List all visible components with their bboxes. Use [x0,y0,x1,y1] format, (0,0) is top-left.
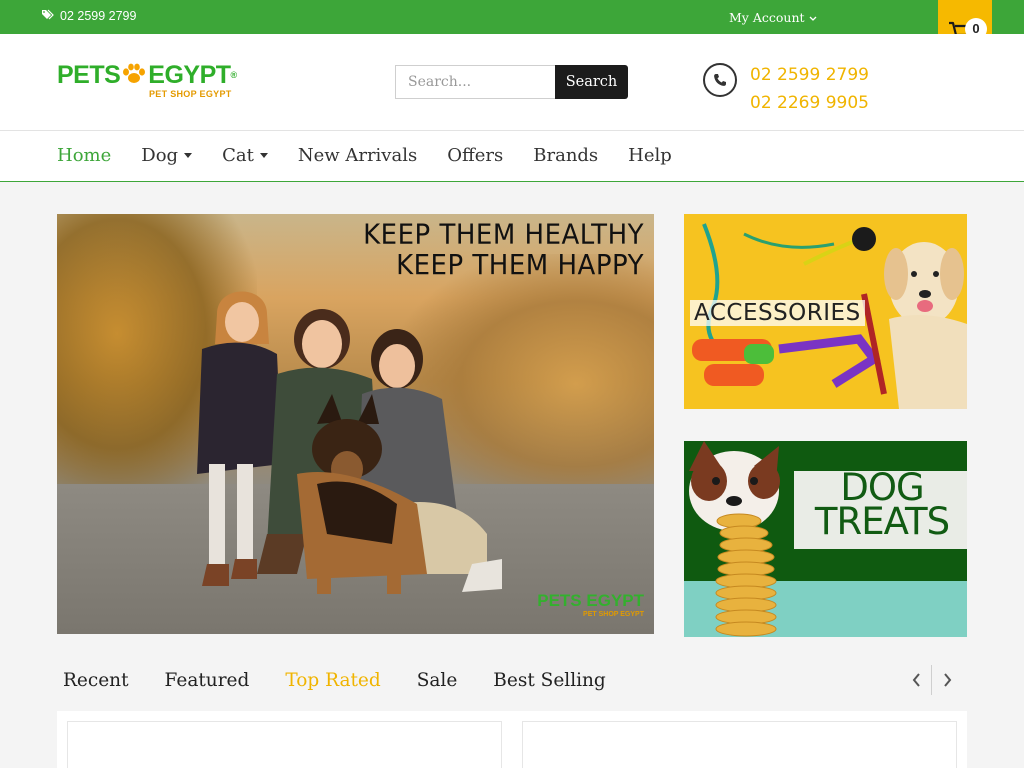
tags-icon [42,9,55,23]
hero-watermark-sub: PET SHOP EGYPT [583,611,644,618]
nav-item-label: Help [628,145,672,166]
nav-item-new-arrivals[interactable]: New Arrivals [298,145,417,166]
tab-recent[interactable]: Recent [63,670,129,691]
family-with-dog-image [197,291,502,594]
hero-watermark-text: PETS EGYPT [537,591,644,610]
nav-item-label: Dog [141,145,179,166]
logo-tagline: PET SHOP EGYPT [149,89,232,99]
next-arrow-button[interactable] [934,665,960,695]
nav-item-dog[interactable]: Dog [141,145,193,166]
top-phone-text: 02 2599 2799 [60,9,137,23]
my-account-menu[interactable]: My Account [729,10,817,25]
logo-text-left: PETS [57,61,121,89]
contact-phone-1[interactable]: 02 2599 2799 [750,61,869,89]
header: PETS EGYPT ® PET SHOP EGYPT Search 02 25… [0,34,1024,131]
nav-item-label: Brands [533,145,599,166]
prev-arrow-button[interactable] [903,665,929,695]
chevron-down-icon [809,10,817,25]
logo[interactable]: PETS EGYPT ® PET SHOP EGYPT [57,62,237,104]
hero-headline-line1: KEEP THEM HEALTHY [363,219,644,251]
contact-phones: 02 2599 2799 02 2269 9905 [750,61,869,117]
nav-item-label: Home [57,145,112,166]
accessories-label: ACCESSORIES [690,300,865,326]
search-button[interactable]: Search [555,65,628,99]
top-bar: 02 2599 2799 My Account [0,0,1024,34]
caret-down-icon [259,153,268,158]
tab-best-selling[interactable]: Best Selling [493,670,605,691]
dog-treats-label: DOG TREATS [802,469,962,543]
nav-item-label: New Arrivals [297,145,418,166]
contact-phone-2[interactable]: 02 2269 9905 [750,89,869,117]
product-tabs: Recent Featured Top Rated Sale Best Sell… [63,670,606,691]
phone-icon [703,63,737,97]
search-input[interactable] [395,65,555,99]
search-form: Search [395,65,628,99]
nav-item-brands[interactable]: Brands [533,145,598,166]
arrow-divider [931,665,932,695]
chevron-right-icon [943,673,951,687]
chevron-left-icon [912,673,920,687]
hero-headline: KEEP THEM HEALTHY KEEP THEM HAPPY [363,219,644,282]
nav-item-offers[interactable]: Offers [447,145,503,166]
hero-headline-line2: KEEP THEM HAPPY [396,249,644,282]
logo-text-right: EGYPT [148,61,231,89]
product-card[interactable] [67,721,502,768]
dog-treats-line2: TREATS [814,500,950,543]
nav-item-label: Offers [447,145,504,166]
products-section [57,711,967,768]
tab-top-rated[interactable]: Top Rated [285,670,380,691]
nav-item-home[interactable]: Home [57,145,111,166]
tab-sale[interactable]: Sale [417,670,458,691]
main-nav: Home Dog Cat New Arrivals Offers Brands … [0,131,1024,182]
nav-item-label: Cat [222,145,254,166]
my-account-label: My Account [729,10,805,25]
carousel-arrows [903,665,960,695]
hero-watermark: PETS EGYPT PET SHOP EGYPT [537,591,644,618]
top-phone[interactable]: 02 2599 2799 [42,9,136,23]
paw-icon [121,63,147,87]
nav-item-cat[interactable]: Cat [222,145,268,166]
product-card[interactable] [522,721,957,768]
tab-featured[interactable]: Featured [165,670,250,691]
accessories-banner[interactable]: ACCESSORIES [684,214,967,409]
logo-registered: ® [230,70,238,80]
caret-down-icon [184,153,193,158]
hero-banner[interactable]: KEEP THEM HEALTHY KEEP THEM HAPPY PETS E… [57,214,654,634]
nav-item-help[interactable]: Help [628,145,672,166]
dog-treats-banner[interactable]: DOG TREATS [684,441,967,637]
